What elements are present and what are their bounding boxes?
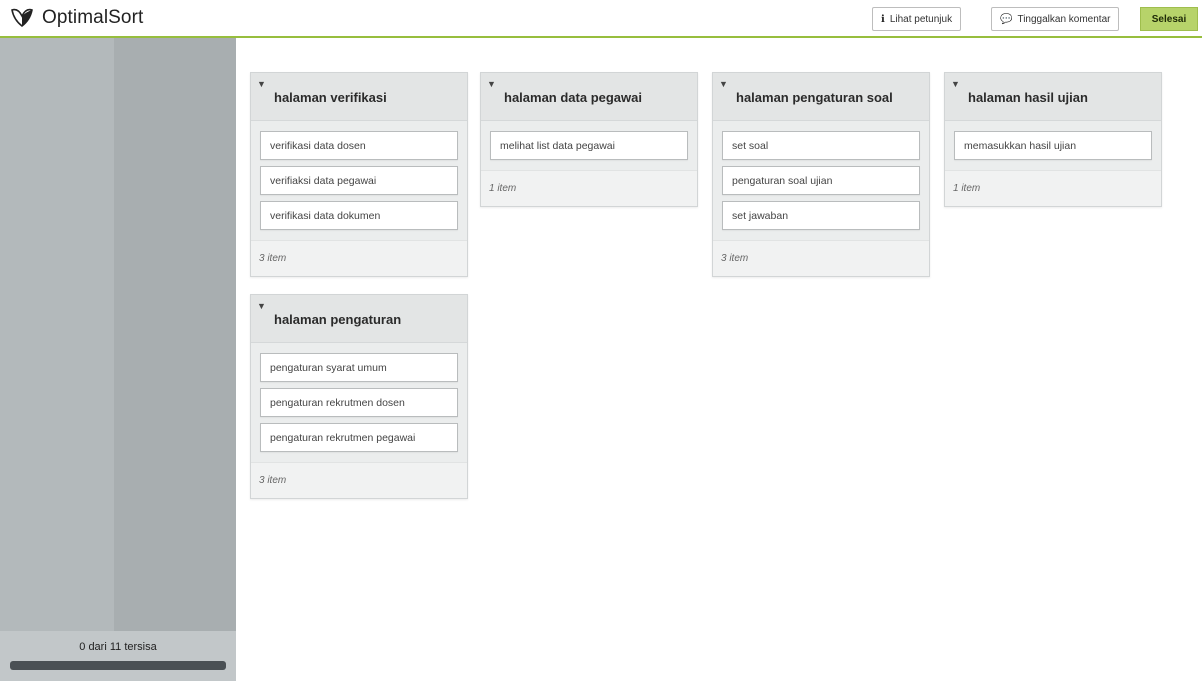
card-item[interactable]: pengaturan soal ujian: [722, 166, 920, 195]
group-halaman-data-pegawai[interactable]: ▼ halaman data pegawai melihat list data…: [480, 72, 698, 207]
collapse-caret-icon[interactable]: ▼: [257, 301, 266, 311]
group-item-count: 1 item: [945, 170, 1161, 206]
group-title[interactable]: halaman data pegawai: [504, 90, 642, 105]
progress-bar: [10, 661, 226, 670]
card-item[interactable]: verifiaksi data pegawai: [260, 166, 458, 195]
sorting-board: ▼ halaman verifikasi verifikasi data dos…: [236, 38, 1202, 681]
group-title[interactable]: halaman verifikasi: [274, 90, 387, 105]
remaining-count: 0 dari 11 tersisa: [79, 641, 157, 653]
group-title[interactable]: halaman pengaturan: [274, 312, 401, 327]
card-item[interactable]: verifikasi data dokumen: [260, 201, 458, 230]
optimalsort-logo-icon: [11, 8, 33, 28]
group-halaman-pengaturan-soal[interactable]: ▼ halaman pengaturan soal set soal penga…: [712, 72, 930, 277]
group-header[interactable]: ▼ halaman pengaturan soal: [713, 73, 929, 121]
collapse-caret-icon[interactable]: ▼: [487, 79, 496, 89]
card-item[interactable]: pengaturan syarat umum: [260, 353, 458, 382]
collapse-caret-icon[interactable]: ▼: [257, 79, 266, 89]
group-header[interactable]: ▼ halaman hasil ujian: [945, 73, 1161, 121]
collapse-caret-icon[interactable]: ▼: [951, 79, 960, 89]
card-item[interactable]: set jawaban: [722, 201, 920, 230]
card-item[interactable]: verifikasi data dosen: [260, 131, 458, 160]
hint-button[interactable]: ℹ Lihat petunjuk: [872, 7, 962, 31]
done-button[interactable]: Selesai: [1140, 7, 1198, 31]
sidebar-footer: 0 dari 11 tersisa: [0, 631, 236, 681]
group-cards: set soal pengaturan soal ujian set jawab…: [713, 121, 929, 240]
hint-button-label: Lihat petunjuk: [889, 13, 953, 25]
group-item-count: 3 item: [713, 240, 929, 276]
group-header[interactable]: ▼ halaman data pegawai: [481, 73, 697, 121]
card-item[interactable]: set soal: [722, 131, 920, 160]
comment-button-label: Tinggalkan komentar: [1017, 13, 1111, 25]
card-sidebar: 0 dari 11 tersisa: [0, 38, 236, 681]
group-title[interactable]: halaman pengaturan soal: [736, 90, 893, 105]
group-halaman-pengaturan[interactable]: ▼ halaman pengaturan pengaturan syarat u…: [250, 294, 468, 499]
speech-bubble-icon: 💬: [1000, 13, 1013, 25]
card-item[interactable]: melihat list data pegawai: [490, 131, 688, 160]
group-item-count: 3 item: [251, 240, 467, 276]
group-halaman-verifikasi[interactable]: ▼ halaman verifikasi verifikasi data dos…: [250, 72, 468, 277]
group-cards: melihat list data pegawai: [481, 121, 697, 170]
app-name: OptimalSort: [42, 7, 144, 28]
group-cards: pengaturan syarat umum pengaturan rekrut…: [251, 343, 467, 462]
group-cards: memasukkan hasil ujian: [945, 121, 1161, 170]
group-title[interactable]: halaman hasil ujian: [968, 90, 1088, 105]
logo: OptimalSort: [8, 6, 143, 30]
card-item[interactable]: pengaturan rekrutmen dosen: [260, 388, 458, 417]
top-bar: OptimalSort ℹ Lihat petunjuk 💬 Tinggalka…: [0, 0, 1202, 38]
comment-button[interactable]: 💬 Tinggalkan komentar: [991, 7, 1120, 31]
group-cards: verifikasi data dosen verifiaksi data pe…: [251, 121, 467, 240]
collapse-caret-icon[interactable]: ▼: [719, 79, 728, 89]
group-header[interactable]: ▼ halaman pengaturan: [251, 295, 467, 343]
info-icon: ℹ: [881, 13, 885, 25]
group-header[interactable]: ▼ halaman verifikasi: [251, 73, 467, 121]
sidebar-shade: [114, 38, 236, 681]
group-item-count: 3 item: [251, 462, 467, 498]
group-item-count: 1 item: [481, 170, 697, 206]
group-halaman-hasil-ujian[interactable]: ▼ halaman hasil ujian memasukkan hasil u…: [944, 72, 1162, 207]
card-item[interactable]: memasukkan hasil ujian: [954, 131, 1152, 160]
card-item[interactable]: pengaturan rekrutmen pegawai: [260, 423, 458, 452]
done-button-label: Selesai: [1151, 13, 1187, 25]
